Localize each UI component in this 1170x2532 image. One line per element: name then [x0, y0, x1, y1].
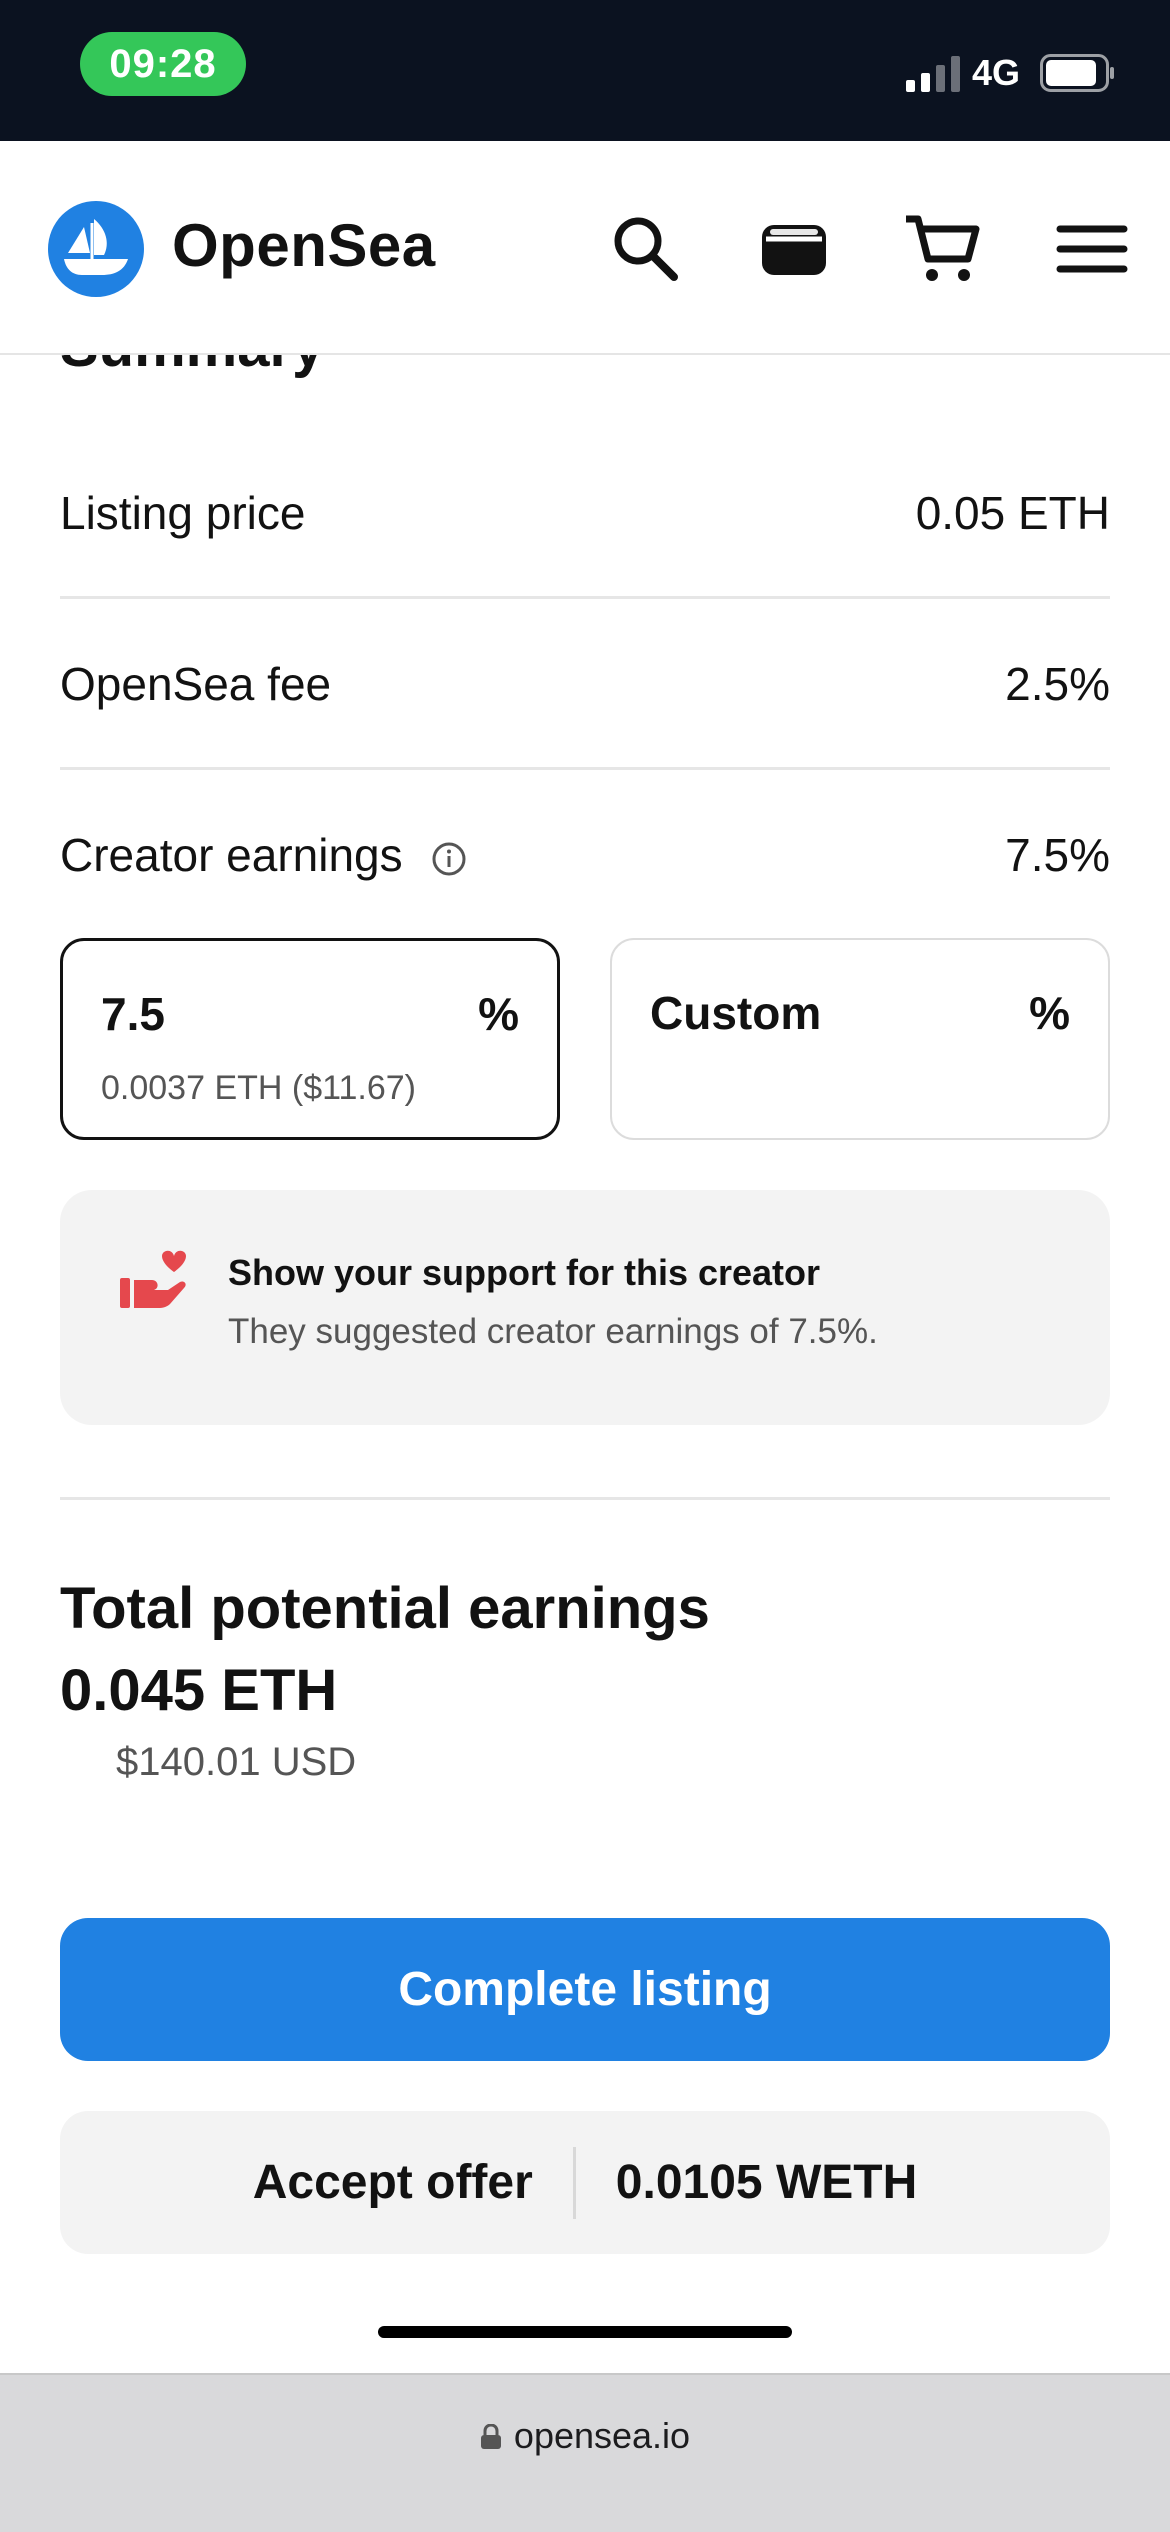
accept-offer-button[interactable]: Accept offer 0.0105 WETH — [60, 2111, 1110, 2254]
creator-earnings-label: Creator earnings — [60, 829, 403, 881]
complete-listing-button[interactable]: Complete listing — [60, 1918, 1110, 2061]
listing-price-row: Listing price 0.05 ETH — [60, 428, 1110, 598]
support-text: They suggested creator earnings of 7.5%. — [228, 1312, 878, 1351]
listing-summary: Summary Listing price 0.05 ETH OpenSea f… — [0, 355, 1170, 2373]
creator-earnings-label-wrap: Creator earnings — [60, 828, 467, 882]
fee-label: OpenSea fee — [60, 658, 332, 710]
site-header: OpenSea — [0, 141, 1170, 355]
earnings-option-suggested[interactable]: 7.5 % 0.0037 ETH ($11.67) — [60, 938, 560, 1140]
earnings-option-amount: 0.0037 ETH ($11.67) — [101, 1069, 416, 1107]
fee-row: OpenSea fee 2.5% — [60, 599, 1110, 769]
heart-hand-icon — [120, 1250, 186, 1308]
total-earnings-eth: 0.045 ETH — [60, 1658, 338, 1723]
search-icon[interactable] — [604, 207, 688, 291]
home-indicator[interactable] — [378, 2326, 792, 2338]
custom-earnings-input[interactable]: Custom — [650, 986, 821, 1040]
status-time: 09:28 — [80, 32, 246, 96]
wallet-icon[interactable] — [752, 207, 836, 291]
accept-offer-label: Accept offer — [252, 2156, 533, 2209]
earnings-option-value: 7.5 — [101, 988, 165, 1040]
info-icon[interactable] — [431, 841, 467, 877]
custom-earnings-unit: % — [1029, 987, 1070, 1039]
fee-value: 2.5% — [1005, 658, 1110, 710]
battery-icon — [1040, 54, 1114, 92]
browser-address-bar: opensea.io — [0, 2373, 1170, 2532]
total-earnings-usd: $140.01 USD — [116, 1740, 357, 1784]
listing-price-label: Listing price — [60, 487, 306, 539]
cart-icon[interactable] — [900, 207, 984, 291]
lock-icon — [480, 2424, 501, 2449]
menu-icon[interactable] — [1050, 207, 1134, 291]
divider — [60, 1497, 1110, 1500]
support-creator-box: Show your support for this creator They … — [60, 1190, 1110, 1425]
status-bar: 09:28 4G — [0, 0, 1170, 141]
screen: 09:28 4G OpenSea Listing price 0.05 ETH … — [0, 0, 1170, 2532]
network-label: 4G — [972, 52, 1021, 93]
support-title: Show your support for this creator — [228, 1252, 821, 1293]
signal-icon — [906, 56, 960, 92]
button-separator — [572, 2146, 576, 2219]
url-field[interactable]: opensea.io — [0, 2415, 1170, 2457]
opensea-logo[interactable] — [48, 201, 144, 297]
earnings-option-custom[interactable]: Custom % — [610, 938, 1110, 1140]
offer-value: 0.0105 WETH — [615, 2156, 918, 2209]
earnings-option-unit: % — [478, 988, 519, 1040]
brand-name[interactable]: OpenSea — [172, 211, 436, 280]
total-earnings-title: Total potential earnings — [60, 1576, 710, 1641]
url-text: opensea.io — [513, 2415, 691, 2456]
listing-price-value: 0.05 ETH — [915, 487, 1110, 539]
creator-earnings-value: 7.5% — [1005, 829, 1110, 881]
creator-earnings-row: Creator earnings 7.5% — [60, 770, 1110, 940]
summary-title: Summary — [60, 355, 324, 380]
